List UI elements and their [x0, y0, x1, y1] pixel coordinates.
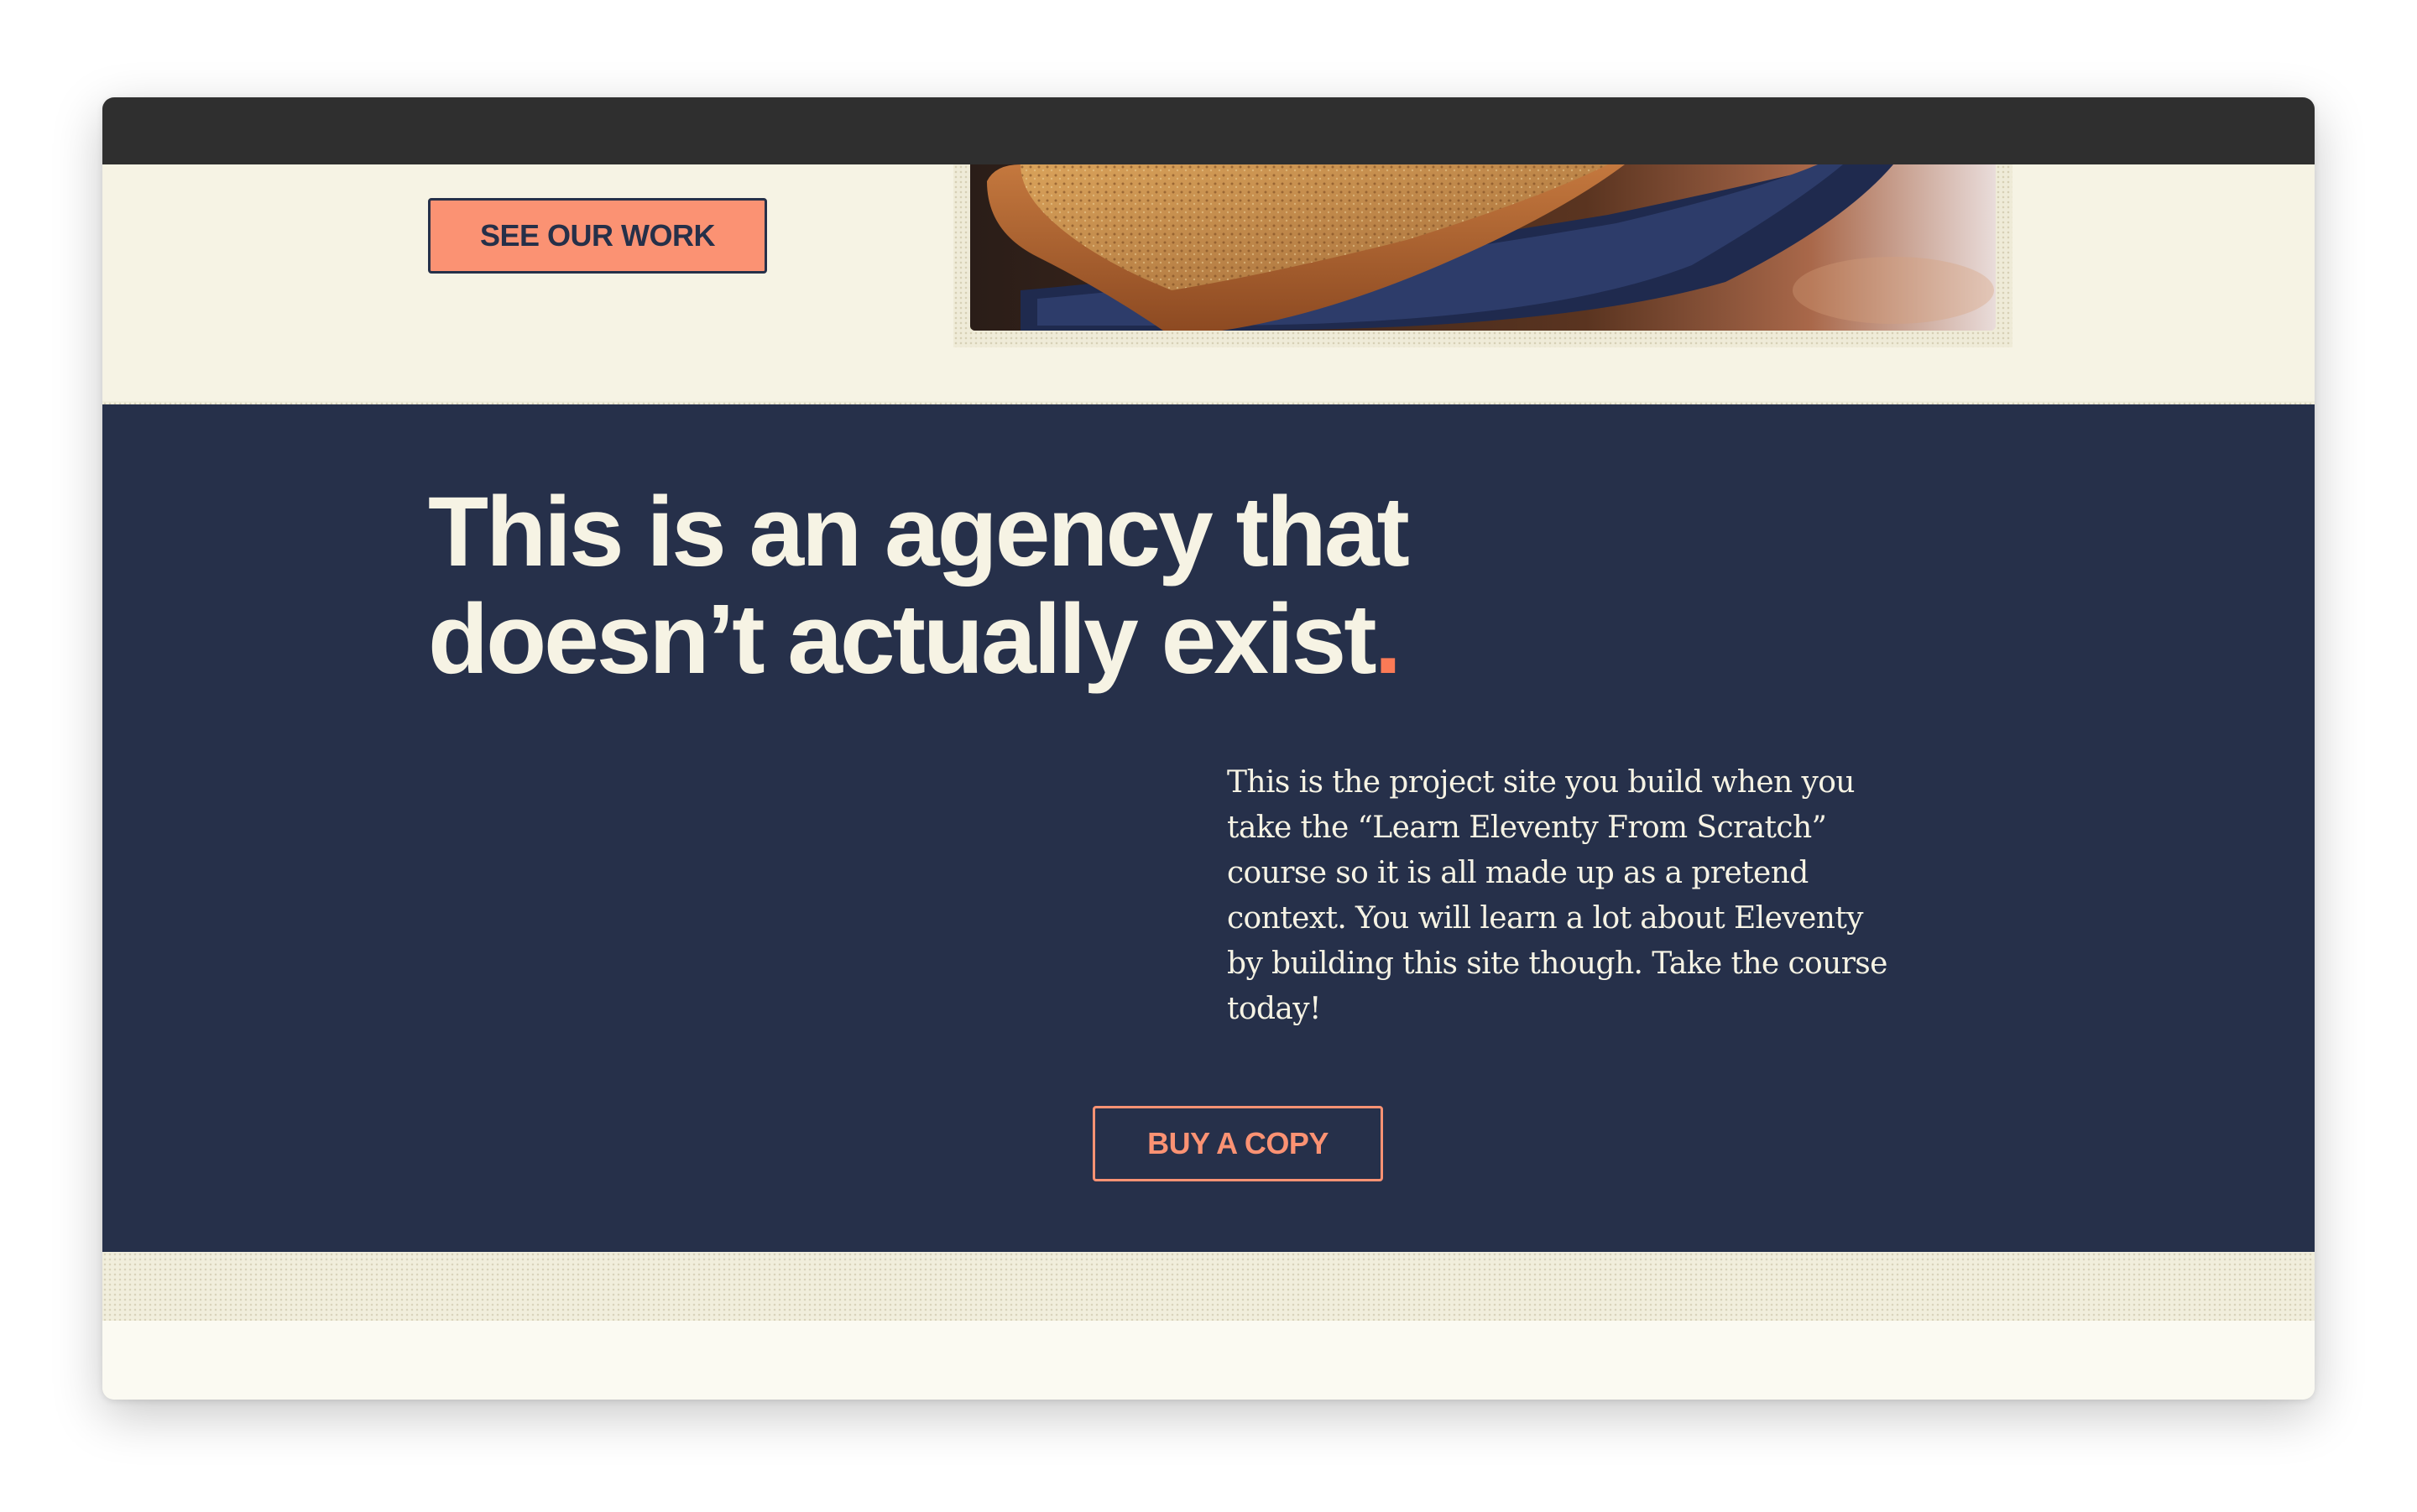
headline-accent-dot: .	[1374, 584, 1402, 695]
dotted-footer-band	[102, 1252, 2315, 1321]
about-headline: This is an agency that doesn’t actually …	[428, 478, 1603, 693]
browser-window: SEE OUR WORK This is an agency that does…	[102, 97, 2315, 1400]
footer-area	[102, 1321, 2315, 1400]
window-titlebar	[102, 97, 2315, 164]
hero-section: SEE OUR WORK	[102, 164, 2315, 401]
french-toast-image	[970, 164, 1996, 331]
about-intro: This is the project site you build when …	[1227, 765, 1887, 1026]
about-section: This is an agency that doesn’t actually …	[102, 404, 2315, 1252]
see-our-work-button[interactable]: SEE OUR WORK	[428, 198, 767, 274]
buy-a-copy-button[interactable]: BUY A COPY	[1093, 1106, 1383, 1181]
hero-photo	[970, 164, 1996, 331]
headline-text: This is an agency that doesn’t actually …	[428, 477, 1410, 695]
